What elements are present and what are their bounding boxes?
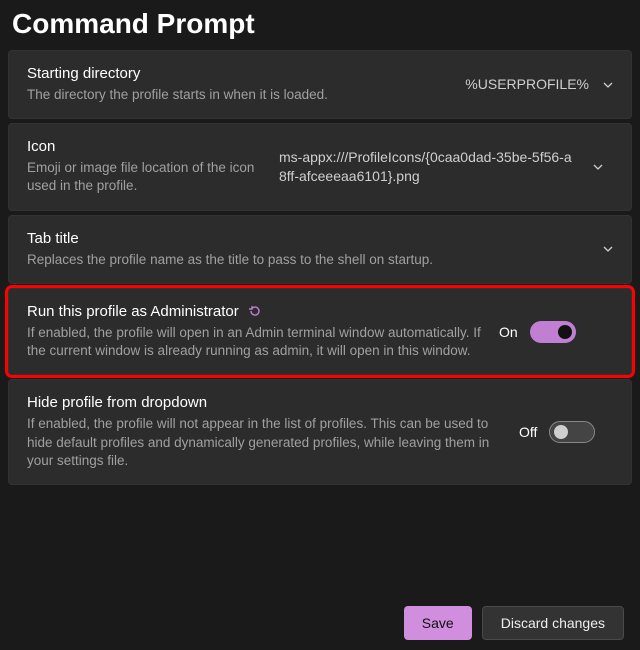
page-title: Command Prompt	[0, 0, 640, 46]
run-as-admin-toggle[interactable]	[530, 321, 576, 343]
save-button[interactable]: Save	[404, 606, 472, 640]
setting-title: Hide profile from dropdown	[27, 394, 507, 411]
setting-icon[interactable]: Icon Emoji or image file location of the…	[8, 123, 632, 210]
hide-profile-toggle[interactable]	[549, 421, 595, 443]
chevron-down-icon	[591, 160, 605, 174]
chevron-down-icon	[601, 242, 615, 256]
toggle-group: Off	[519, 421, 595, 443]
chevron-down-icon	[601, 78, 615, 92]
setting-title: Tab title	[27, 230, 589, 247]
toggle-state-label: Off	[519, 424, 537, 440]
toggle-state-label: On	[499, 324, 518, 340]
setting-starting-directory[interactable]: Starting directory The directory the pro…	[8, 50, 632, 119]
setting-description: If enabled, the profile will not appear …	[27, 415, 507, 470]
setting-run-as-administrator[interactable]: Run this profile as Administrator If ena…	[8, 288, 632, 375]
setting-value: %USERPROFILE%	[465, 75, 589, 94]
discard-button[interactable]: Discard changes	[482, 606, 624, 640]
setting-description: The directory the profile starts in when…	[27, 86, 453, 104]
setting-description: Replaces the profile name as the title t…	[27, 251, 589, 269]
setting-text: Hide profile from dropdown If enabled, t…	[27, 394, 507, 470]
reset-icon[interactable]	[247, 303, 263, 319]
setting-title: Icon	[27, 138, 267, 155]
setting-text: Tab title Replaces the profile name as t…	[27, 230, 589, 269]
setting-text: Icon Emoji or image file location of the…	[27, 138, 267, 195]
toggle-group: On	[499, 321, 576, 343]
setting-hide-profile[interactable]: Hide profile from dropdown If enabled, t…	[8, 379, 632, 485]
setting-text: Run this profile as Administrator If ena…	[27, 303, 487, 360]
setting-tab-title[interactable]: Tab title Replaces the profile name as t…	[8, 215, 632, 284]
setting-title-text: Run this profile as Administrator	[27, 303, 239, 320]
setting-text: Starting directory The directory the pro…	[27, 65, 453, 104]
setting-title: Starting directory	[27, 65, 453, 82]
setting-title: Run this profile as Administrator	[27, 303, 487, 320]
setting-description: If enabled, the profile will open in an …	[27, 324, 487, 360]
setting-value: ms-appx:///ProfileIcons/{0caa0dad-35be-5…	[279, 148, 579, 186]
settings-list: Starting directory The directory the pro…	[0, 46, 640, 489]
footer-buttons: Save Discard changes	[404, 606, 624, 640]
setting-description: Emoji or image file location of the icon…	[27, 159, 267, 195]
